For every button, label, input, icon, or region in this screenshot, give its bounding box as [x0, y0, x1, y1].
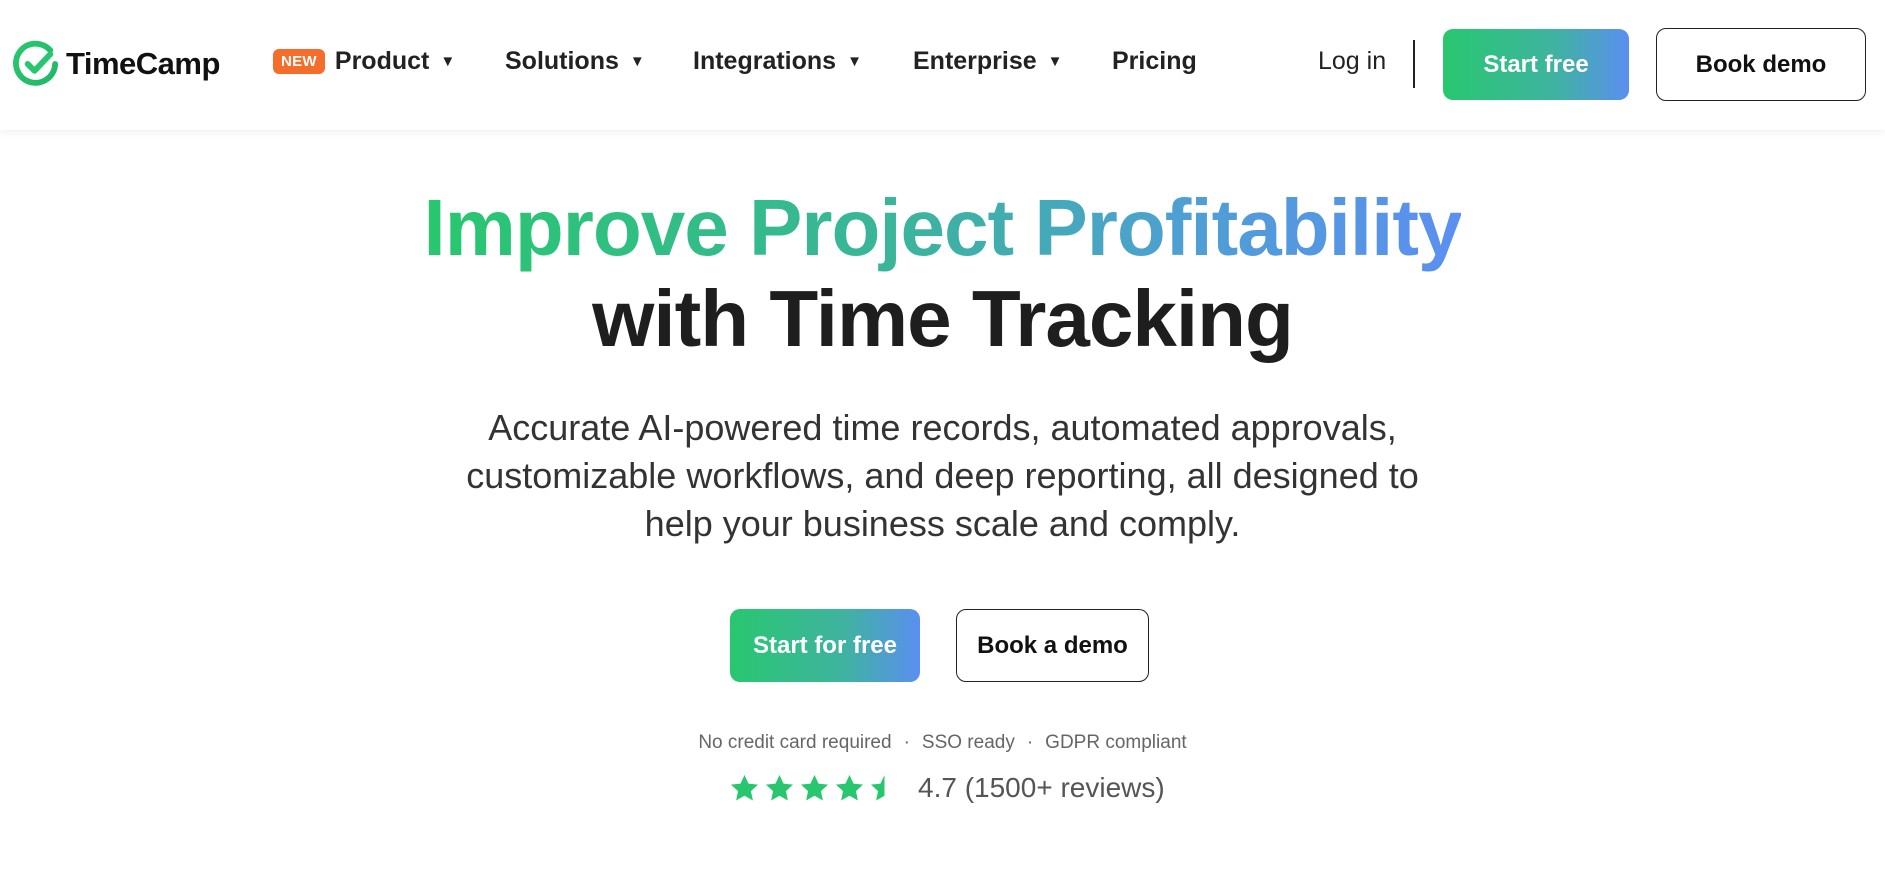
start-for-free-button[interactable]: Start for free	[730, 609, 920, 682]
nav-label: Enterprise	[913, 47, 1037, 75]
rating-text: 4.7 (1500+ reviews)	[918, 772, 1165, 803]
star-full-icon	[835, 774, 864, 801]
assurance-no-credit-card: No credit card required	[698, 732, 892, 753]
hero-headline-plain: with Time Tracking	[592, 274, 1294, 363]
login-link[interactable]: Log in	[1318, 47, 1386, 76]
book-a-demo-button[interactable]: Book a demo	[956, 609, 1149, 682]
nav-label: Integrations	[693, 47, 837, 75]
nav-enterprise[interactable]: Enterprise ▼	[913, 47, 1063, 76]
caret-down-icon: ▼	[629, 53, 645, 70]
hero-headline-gradient: Improve Project Profitability	[423, 183, 1463, 272]
nav-product[interactable]: NEW Product ▼	[273, 47, 455, 76]
nav-label: Product	[334, 47, 430, 75]
nav-integrations[interactable]: Integrations ▼	[693, 47, 862, 76]
hero-subtitle: Accurate AI-powered time records, automa…	[432, 404, 1453, 548]
assurance-sso: SSO ready	[921, 732, 1015, 753]
book-demo-button[interactable]: Book demo	[1656, 28, 1866, 101]
nav-label: Pricing	[1112, 47, 1197, 75]
separator-dot: ·	[1026, 732, 1034, 753]
brand-name: TimeCamp	[66, 46, 220, 81]
site-header: TimeCamp NEW Product ▼ Solutions ▼ Integ…	[0, 0, 1885, 130]
subtitle-line: customizable workflows, and deep reporti…	[466, 455, 1419, 496]
separator-dot: ·	[903, 732, 910, 753]
nav-pricing[interactable]: Pricing	[1112, 47, 1197, 76]
subtitle-line: Accurate AI-powered time records, automa…	[488, 407, 1397, 448]
star-full-icon	[730, 774, 759, 801]
subtitle-line: help your business scale and comply.	[644, 503, 1241, 544]
caret-down-icon: ▼	[847, 53, 862, 70]
nav-divider	[1413, 40, 1415, 88]
nav-label: Solutions	[505, 47, 619, 75]
caret-down-icon: ▼	[1047, 53, 1063, 70]
star-full-icon	[765, 774, 794, 801]
timecamp-check-icon	[13, 40, 59, 86]
star-full-icon	[800, 774, 829, 801]
rating: 4.7 (1500+ reviews)	[729, 772, 1165, 804]
assurance-gdpr: GDPR compliant	[1045, 732, 1187, 753]
timecamp-logo[interactable]: TimeCamp	[13, 40, 220, 88]
start-free-button[interactable]: Start free	[1443, 29, 1629, 100]
hero-headline: Improve Project Profitability	[0, 180, 1885, 276]
nav-solutions[interactable]: Solutions ▼	[505, 47, 645, 76]
caret-down-icon: ▼	[440, 53, 456, 70]
new-badge: NEW	[273, 49, 325, 74]
assurance-list: No credit card required · SSO ready · GD…	[0, 732, 1885, 754]
star-half-icon	[870, 774, 885, 801]
star-rating	[729, 773, 904, 804]
